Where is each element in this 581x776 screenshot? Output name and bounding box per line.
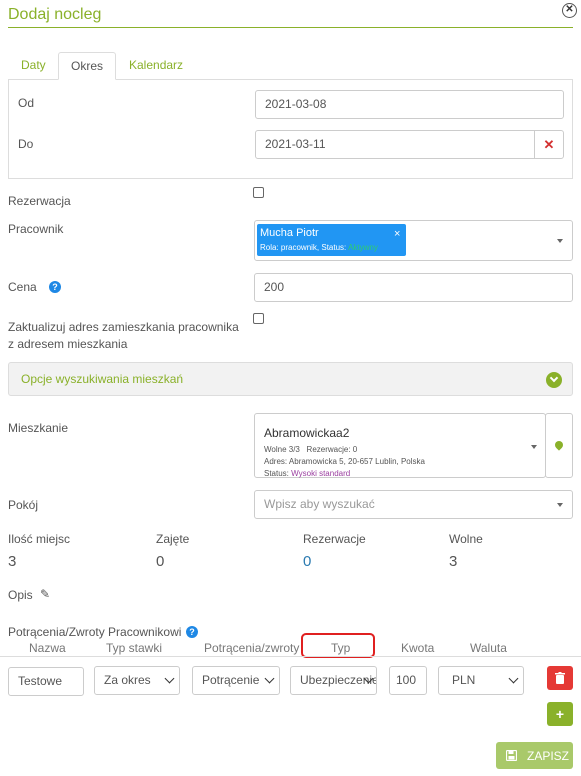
apartment-select[interactable]: Abramowickaa2 Wolne 3/3 Rezerwacje: 0 Ad…: [254, 413, 546, 478]
employee-label: Pracownik: [8, 222, 64, 236]
employee-meta: Rola: pracownik, Status: Aktywny: [260, 243, 378, 252]
room-search-input[interactable]: Wpisz aby wyszukać: [254, 490, 573, 519]
map-pin-button[interactable]: [545, 413, 573, 478]
deduction-name-input[interactable]: Testowe: [8, 667, 84, 696]
employee-tag: Mucha Piotr Rola: pracownik, Status: Akt…: [257, 224, 406, 256]
update-address-checkbox[interactable]: [253, 313, 264, 324]
chevron-down-circle-icon[interactable]: [546, 372, 562, 388]
employee-meta-prefix: Rola: pracownik, Status:: [260, 243, 347, 252]
remove-employee-icon[interactable]: ×: [394, 228, 400, 240]
update-address-line2: z adresem mieszkania: [8, 337, 128, 351]
stat-free-label: Wolne: [449, 532, 483, 546]
currency-value: PLN: [452, 673, 476, 687]
stat-free-value: 3: [449, 553, 458, 570]
row-divider: [0, 656, 581, 657]
update-address-label: Zaktualizuj adres zamieszkania pracownik…: [8, 319, 239, 353]
from-date-input[interactable]: 2021-03-08: [255, 90, 564, 119]
map-pin-icon: [553, 439, 565, 451]
price-label: Cena: [8, 280, 37, 294]
reservation-checkbox[interactable]: [253, 187, 264, 198]
help-icon[interactable]: ?: [186, 626, 198, 638]
apartment-status: Wysoki standard: [291, 469, 351, 478]
employee-name: Mucha Piotr: [260, 227, 319, 239]
search-options-label: Opcje wyszukiwania mieszkań: [21, 372, 184, 386]
stat-reservations-value[interactable]: 0: [303, 553, 311, 570]
col-rate-type: Typ stawki: [106, 641, 163, 655]
save-label: ZAPISZ: [527, 749, 570, 763]
stat-capacity-value: 3: [8, 553, 17, 570]
clear-date-icon[interactable]: ✕: [534, 130, 564, 159]
stat-reservations-label: Rezerwacje: [303, 532, 366, 546]
type-select[interactable]: Ubezpieczenie: [290, 666, 377, 695]
search-options-accordion[interactable]: Opcje wyszukiwania mieszkań: [8, 362, 573, 396]
apartment-status-prefix: Status:: [264, 469, 289, 478]
stat-occupied-value: 0: [156, 553, 165, 570]
help-icon[interactable]: ?: [49, 281, 61, 293]
floppy-disk-icon: [506, 750, 517, 761]
deduction-kind-value: Potrącenie: [202, 673, 260, 687]
col-amount: Kwota: [401, 641, 435, 655]
price-input[interactable]: 200: [254, 273, 573, 302]
chevron-down-icon: [557, 239, 563, 243]
to-label: Do: [18, 137, 34, 151]
description-label: Opis: [8, 588, 33, 602]
col-deduction: Potrącenia/zwroty: [204, 641, 300, 655]
room-label: Pokój: [8, 498, 39, 512]
save-button[interactable]: ZAPISZ: [496, 742, 573, 769]
apartment-status-line: Status: Wysoki standard: [264, 460, 350, 487]
col-currency: Waluta: [470, 641, 507, 655]
type-column-highlight: [301, 633, 375, 658]
chevron-down-icon: [557, 503, 563, 507]
update-address-line1: Zaktualizuj adres zamieszkania pracownik…: [8, 320, 239, 334]
chevron-down-icon: [531, 445, 537, 449]
stat-capacity-label: Ilość miejsc: [8, 532, 71, 546]
to-date-input[interactable]: 2021-03-11: [255, 130, 535, 159]
trash-icon: [555, 672, 565, 684]
col-name: Nazwa: [29, 641, 66, 655]
reservation-label: Rezerwacja: [8, 194, 71, 208]
tab-kalendarz[interactable]: Kalendarz: [117, 52, 195, 80]
title-divider: [8, 27, 573, 28]
rate-type-value: Za okres: [104, 673, 151, 687]
employee-status: Aktywny: [348, 243, 378, 252]
tab-okres[interactable]: Okres: [58, 52, 117, 80]
from-label: Od: [18, 96, 35, 110]
delete-row-button[interactable]: [547, 666, 573, 690]
add-row-button[interactable]: +: [547, 702, 573, 726]
dialog-title: Dodaj nocleg: [8, 6, 102, 23]
stat-occupied-label: Zajęte: [156, 532, 190, 546]
tab-daty[interactable]: Daty: [9, 52, 58, 80]
pencil-icon[interactable]: ✎: [40, 587, 50, 601]
deductions-label: Potrącenia/Zwroty Pracownikowi: [8, 625, 182, 639]
plus-icon: +: [555, 706, 565, 722]
apartment-label: Mieszkanie: [8, 421, 69, 435]
amount-input[interactable]: 100: [389, 666, 427, 695]
close-icon[interactable]: ✕: [562, 3, 577, 18]
